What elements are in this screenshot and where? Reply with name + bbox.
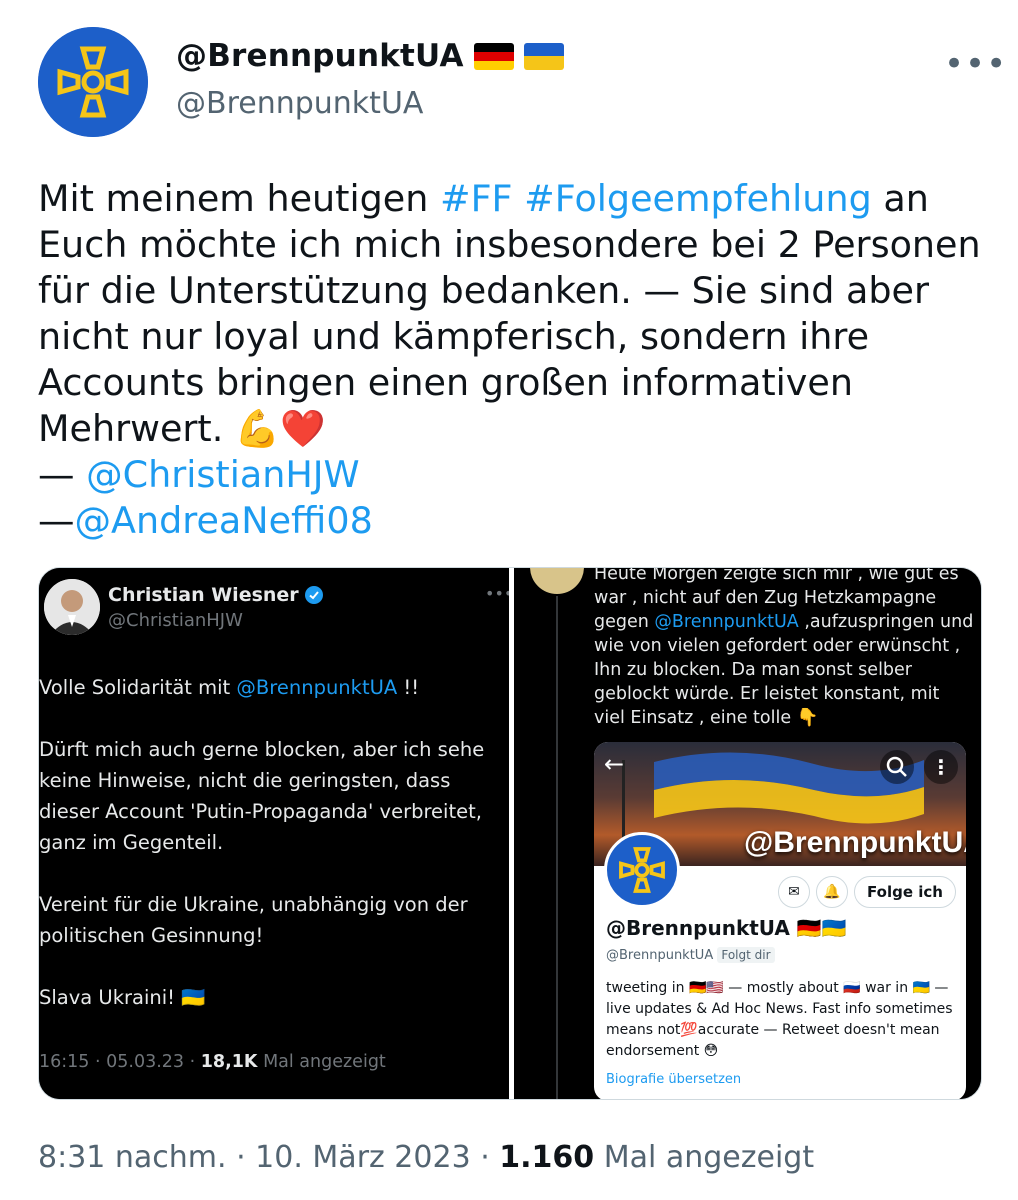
card-bio: tweeting in 🇩🇪🇺🇸 — mostly about 🇷🇺 war i… xyxy=(606,980,953,1059)
card-avatar xyxy=(604,832,680,908)
verified-badge-icon xyxy=(304,586,323,604)
more-vertical-icon[interactable]: ⋮ xyxy=(924,750,958,784)
hashtag-ff[interactable]: #FF xyxy=(440,177,513,220)
ukraine-flag-icon xyxy=(523,42,564,70)
screenshot-right[interactable]: Heute Morgen zeigte sich mir , wie gut e… xyxy=(514,568,981,1099)
back-arrow-icon[interactable]: ← xyxy=(604,750,624,778)
tweet-text-segment: Mit meinem heutigen xyxy=(38,177,440,220)
quoted-text: Volle Solidarität mit xyxy=(39,676,237,699)
tweet-text-body: möchte ich mich insbesondere bei 2 Perso… xyxy=(38,223,981,450)
quoted-tweet-body: Volle Solidarität mit @BrennpunktUA !! D… xyxy=(39,672,505,1013)
translate-bio-link[interactable]: Biografie übersetzen xyxy=(606,1072,741,1087)
person-photo-icon xyxy=(44,579,100,635)
attached-images[interactable]: Christian Wiesner @ChristianHJW ••• Voll… xyxy=(38,567,982,1100)
reply-text: Heute Morgen zeigte sich mir , wie gut e… xyxy=(594,568,974,730)
view-count: 1.160 xyxy=(499,1140,595,1175)
quoted-handle: @ChristianHJW xyxy=(108,610,243,631)
card-name: @BrennpunktUA 🇩🇪🇺🇦 xyxy=(606,916,847,940)
card-handle: @BrennpunktUA xyxy=(606,948,714,963)
quoted-view-count: 18,1K xyxy=(200,1052,258,1072)
quoted-text: Slava Ukraini! 🇺🇦 xyxy=(39,986,206,1009)
search-icon[interactable] xyxy=(880,750,914,784)
user-handle[interactable]: @BrennpunktUA xyxy=(176,86,423,121)
profile-card[interactable]: ← ⋮ @BrennpunktUA ✉ 🔔 Folge ich @Brennpu… xyxy=(594,742,966,1099)
more-options-icon[interactable]: ••• xyxy=(944,44,1007,84)
emoji-muscle-heart: 💪❤️ xyxy=(234,407,326,450)
more-options-icon[interactable]: ••• xyxy=(485,584,509,603)
screenshot-left[interactable]: Christian Wiesner @ChristianHJW ••• Voll… xyxy=(39,568,509,1099)
germany-flag-icon xyxy=(473,42,514,70)
quoted-view-label: Mal angezeigt xyxy=(257,1052,386,1072)
quoted-name[interactable]: Christian Wiesner xyxy=(108,584,323,606)
quoted-text: Dürft mich auch gerne blocken, aber ich … xyxy=(39,738,485,854)
dash: — xyxy=(38,453,87,496)
mention-andreaneffi08[interactable]: @AndreaNeffi08 xyxy=(75,499,373,542)
quoted-text: !! xyxy=(397,676,420,699)
quoted-text: Vereint für die Ukraine, unabhängig von … xyxy=(39,893,468,947)
cross-emblem-icon xyxy=(619,847,665,893)
quoted-avatar xyxy=(44,579,100,635)
tweet-meta: 8:31 nachm. · 10. März 2023 · 1.160 Mal … xyxy=(38,1140,814,1175)
banner-handle-text: @BrennpunktUA xyxy=(744,826,966,859)
mention-christianhjw[interactable]: @ChristianHJW xyxy=(86,453,360,496)
quoted-meta: 16:15 · 05.03.23 · 18,1K Mal angezeigt xyxy=(39,1052,386,1072)
hashtag-folgeempfehlung[interactable]: #Folgeempfehlung xyxy=(524,177,872,220)
notification-bell-icon[interactable]: 🔔 xyxy=(816,876,848,908)
view-count-label: Mal angezeigt xyxy=(594,1140,815,1175)
following-button[interactable]: Folge ich xyxy=(854,876,956,908)
display-name[interactable]: @BrennpunktUA xyxy=(176,38,564,74)
quoted-timestamp: 16:15 · 05.03.23 · xyxy=(39,1052,201,1072)
mention-list: — @ChristianHJW —@AndreaNeffi08 xyxy=(38,452,373,544)
tweet-timestamp[interactable]: 8:31 nachm. · 10. März 2023 · xyxy=(38,1140,499,1175)
message-icon[interactable]: ✉ xyxy=(778,876,810,908)
thread-line xyxy=(556,596,558,1099)
tweet-text: Mit meinem heutigen #FF #Folgeempfehlung… xyxy=(38,176,988,452)
reply-mention[interactable]: @BrennpunktUA xyxy=(654,612,798,632)
cross-emblem-icon xyxy=(38,27,148,137)
profile-avatar[interactable] xyxy=(38,27,148,137)
follows-you-badge: Folgt dir xyxy=(717,947,775,963)
reply-avatar xyxy=(530,568,584,594)
dash: — xyxy=(38,499,75,542)
card-handle-row: @BrennpunktUA Folgt dir xyxy=(606,947,775,963)
quoted-mention[interactable]: @BrennpunktUA xyxy=(236,676,397,699)
